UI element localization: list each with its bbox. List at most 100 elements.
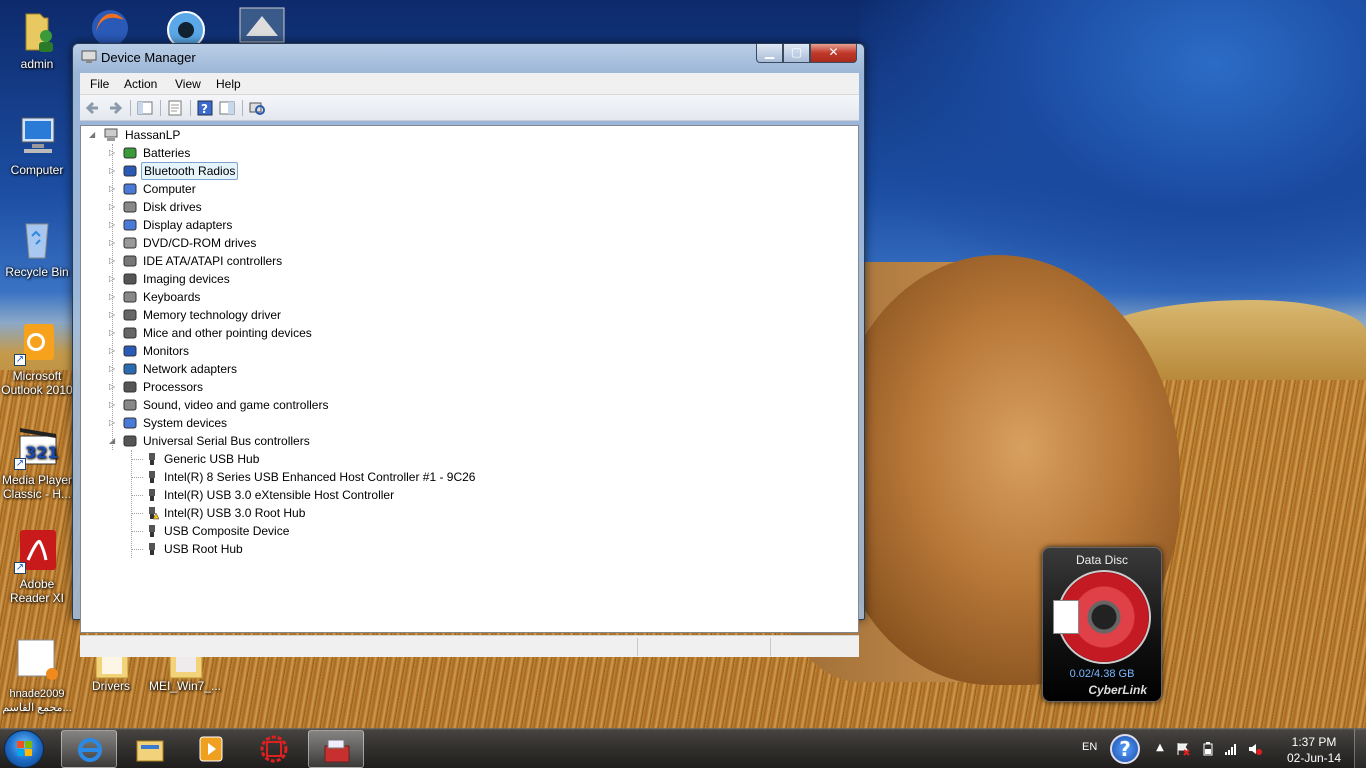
- show-hidden-icons-chevron-icon[interactable]: ▲: [1153, 742, 1167, 756]
- expand-triangle-icon[interactable]: ▷: [109, 414, 118, 432]
- internet-explorer-icon: [75, 736, 105, 764]
- tree-category-label: Computer: [143, 182, 196, 196]
- shortcut-arrow-icon: ↗: [14, 354, 26, 366]
- device-category-icon: [122, 254, 138, 268]
- status-separator: [770, 638, 771, 656]
- desktop-icon-adobe-reader[interactable]: ↗ Adobe Reader XI: [0, 528, 74, 605]
- device-category-icon: [122, 272, 138, 286]
- network-signal-icon[interactable]: [1224, 742, 1238, 756]
- taskbar-app[interactable]: [246, 730, 302, 768]
- expand-triangle-icon[interactable]: ▷: [109, 180, 118, 198]
- battery-icon[interactable]: [1201, 742, 1215, 756]
- desktop-icon-label: MEI_Win7_...: [148, 679, 222, 693]
- taskbar-media-player[interactable]: [183, 730, 239, 768]
- expand-triangle-icon[interactable]: ▷: [109, 162, 118, 180]
- usb-device-label: USB Composite Device: [164, 524, 290, 538]
- firefox-icon[interactable]: [88, 6, 132, 46]
- expand-triangle-icon[interactable]: ▷: [109, 252, 118, 270]
- start-button[interactable]: [4, 730, 44, 768]
- usb-plug-icon: [144, 488, 160, 502]
- device-manager-window: Device Manager ▁ ▢ ✕ File Action View He…: [72, 43, 865, 657]
- action-center-flag-icon[interactable]: [1176, 742, 1190, 756]
- expand-triangle-icon[interactable]: ▷: [109, 234, 118, 252]
- cyberlink-data-disc-gadget[interactable]: Data Disc 0.02/4.38 GB CyberLink: [1042, 547, 1162, 702]
- expand-triangle-icon[interactable]: ▷: [109, 342, 118, 360]
- desktop-icon-hnade2009[interactable]: hnade2009 مجمع القاسم...: [0, 638, 74, 715]
- shortcut-arrow-icon: ↗: [14, 458, 26, 470]
- properties-icon[interactable]: [166, 99, 184, 117]
- title-bar[interactable]: Device Manager ▁ ▢ ✕: [73, 44, 864, 70]
- usb-warning-icon: [144, 506, 160, 520]
- status-separator: [637, 638, 638, 656]
- menu-file[interactable]: File: [90, 77, 109, 91]
- webcam-icon[interactable]: [162, 6, 210, 49]
- expand-triangle-icon[interactable]: ▷: [109, 270, 118, 288]
- minimize-button[interactable]: ▁: [756, 44, 783, 63]
- taskbar-device-manager[interactable]: [308, 730, 364, 768]
- device-category-icon: [122, 200, 138, 214]
- document-icon: [14, 638, 60, 684]
- taskbar-internet-explorer[interactable]: [61, 730, 117, 768]
- menu-help[interactable]: Help: [216, 77, 241, 91]
- expand-triangle-icon[interactable]: ▷: [109, 360, 118, 378]
- device-tree[interactable]: ◢ HassanLP ▷ Batteries ▷ Bluetooth Radios ▷ C…: [80, 125, 859, 633]
- taskbar-windows-explorer[interactable]: [122, 730, 178, 768]
- desktop-icon-recycle-bin[interactable]: Recycle Bin: [0, 216, 74, 279]
- expand-triangle-icon[interactable]: ▷: [109, 288, 118, 306]
- tree-category-label: Universal Serial Bus controllers: [143, 434, 310, 448]
- device-category-icon: [122, 146, 138, 160]
- tree-category-label: Keyboards: [143, 290, 201, 304]
- device-manager-icon: [81, 50, 97, 64]
- expand-triangle-icon[interactable]: ▷: [109, 324, 118, 342]
- tree-category-label: DVD/CD-ROM drives: [143, 236, 257, 250]
- volume-muted-icon[interactable]: [1248, 742, 1262, 756]
- desktop-icon-media-player[interactable]: 321 ↗ Media Player Classic - H...: [0, 424, 74, 501]
- computer-icon: [14, 114, 60, 160]
- clock-time: 1:37 PM: [1291, 735, 1337, 749]
- collapse-triangle-icon[interactable]: ◢: [89, 126, 98, 144]
- menu-action[interactable]: Action: [124, 77, 157, 91]
- desktop-icon-label: admin: [20, 57, 54, 71]
- expand-triangle-icon[interactable]: ▷: [109, 216, 118, 234]
- language-indicator[interactable]: EN: [1082, 741, 1097, 753]
- maximize-button[interactable]: ▢: [783, 44, 810, 63]
- action-pane-icon[interactable]: [218, 99, 236, 117]
- tree-category-label: Network adapters: [143, 362, 238, 376]
- menu-view[interactable]: View: [175, 77, 201, 91]
- close-button[interactable]: ✕: [810, 44, 857, 63]
- desktop-icon-computer[interactable]: Computer: [0, 114, 74, 177]
- help-tray-icon[interactable]: ?: [1110, 734, 1140, 764]
- device-category-icon: [122, 308, 138, 322]
- desktop-icon-label: Media Player Classic - H...: [1, 473, 73, 501]
- expand-triangle-icon[interactable]: ▷: [109, 198, 118, 216]
- tree-guide-line: [131, 477, 143, 478]
- tree-category-label: IDE ATA/ATAPI controllers: [143, 254, 283, 268]
- toolbar: ?: [80, 95, 859, 121]
- app-shortcut-icon[interactable]: [238, 6, 286, 44]
- clock[interactable]: 1:37 PM 02-Jun-14: [1282, 734, 1346, 766]
- scan-hardware-changes-icon[interactable]: [248, 99, 266, 117]
- expand-triangle-icon[interactable]: ▷: [109, 396, 118, 414]
- help-icon[interactable]: ?: [196, 99, 214, 117]
- expand-triangle-icon[interactable]: ▷: [109, 144, 118, 162]
- desktop-icon-outlook[interactable]: ↗ Microsoft Outlook 2010: [0, 320, 74, 397]
- back-arrow-icon[interactable]: [84, 99, 102, 117]
- desktop-icon-label: hnade2009 مجمع القاسم...: [2, 688, 72, 714]
- expand-triangle-icon[interactable]: ▷: [109, 378, 118, 396]
- device-category-icon: [122, 416, 138, 430]
- usb-plug-icon: [144, 452, 160, 466]
- show-desktop-button[interactable]: [1354, 729, 1366, 768]
- forward-arrow-icon[interactable]: [106, 99, 124, 117]
- tree-category-label: Monitors: [143, 344, 190, 358]
- status-bar: [80, 635, 859, 657]
- device-category-icon: [122, 380, 138, 394]
- red-grid-icon: [259, 735, 289, 763]
- desktop-icon-admin[interactable]: admin: [0, 8, 74, 71]
- gadget-title: Data Disc: [1075, 553, 1128, 567]
- expand-triangle-icon[interactable]: ▷: [109, 306, 118, 324]
- show-hide-console-tree-icon[interactable]: [136, 99, 154, 117]
- collapse-triangle-icon[interactable]: ◢: [109, 432, 118, 450]
- device-category-icon: [122, 434, 138, 448]
- device-category-icon: [122, 218, 138, 232]
- usb-device-label: USB Root Hub: [164, 542, 243, 556]
